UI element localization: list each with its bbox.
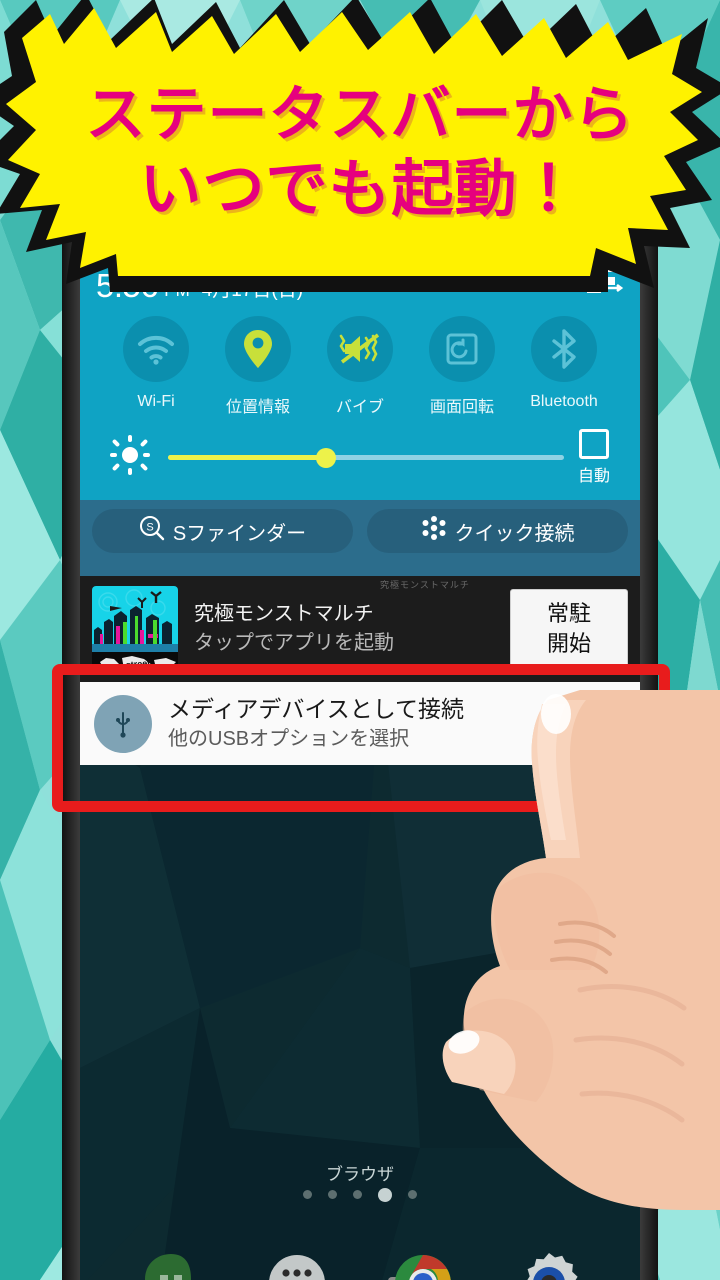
dock-icon-app-drawer[interactable] bbox=[262, 1248, 332, 1280]
quick-connect-button[interactable]: クイック接続 bbox=[367, 509, 628, 553]
toggle-location[interactable]: 位置情報 bbox=[208, 316, 308, 417]
promo-screenshot: ブラウザ G Google設定 bbox=[0, 0, 720, 1280]
auto-brightness-toggle[interactable]: 自動 bbox=[578, 429, 610, 486]
notification-title: 究極モンストマルチ bbox=[194, 603, 374, 625]
button-label-line2: 開始 bbox=[546, 631, 591, 656]
slider-fill bbox=[168, 455, 327, 460]
toggle-label: バイブ bbox=[335, 399, 384, 416]
page-dot[interactable] bbox=[353, 1190, 362, 1199]
wifi-icon bbox=[123, 316, 189, 382]
hand-pointing-cursor bbox=[442, 690, 720, 1210]
quick-connect-label: クイック接続 bbox=[454, 522, 575, 545]
notification-subtitle: タップでアプリを起動 bbox=[194, 632, 394, 654]
screen-rotation-icon bbox=[429, 316, 495, 382]
resident-start-button[interactable]: 常駐 開始 bbox=[510, 589, 628, 669]
page-dot[interactable] bbox=[328, 1190, 337, 1199]
headline-line-2: いつでも起動！ bbox=[139, 152, 581, 225]
usb-notification-title: メディアデバイスとして接続 bbox=[168, 696, 465, 722]
toggle-label: 位置情報 bbox=[225, 399, 290, 416]
headline-line-1: ステータスバーから bbox=[85, 80, 635, 150]
page-dot-active[interactable] bbox=[378, 1188, 392, 1202]
toggle-bluetooth[interactable]: Bluetooth bbox=[514, 316, 614, 417]
location-pin-icon bbox=[225, 316, 291, 382]
quick-shortcuts-row: S Sファインダー クイック接続 bbox=[80, 500, 640, 562]
toggle-vibrate[interactable]: バイブ bbox=[310, 316, 410, 417]
brightness-icon bbox=[110, 435, 150, 480]
brightness-slider[interactable] bbox=[168, 447, 564, 468]
checkbox-icon bbox=[578, 429, 609, 459]
page-dot[interactable] bbox=[408, 1190, 417, 1199]
toggle-wifi[interactable]: Wi-Fi bbox=[106, 316, 206, 417]
quick-connect-icon bbox=[421, 515, 447, 547]
bluetooth-icon bbox=[531, 316, 597, 382]
notification-app[interactable]: 究極モンストマルチ street 究極モンストマルチ タップでアプリを起動 常駐… bbox=[80, 576, 640, 682]
notification-divider bbox=[80, 562, 640, 576]
usb-text-block: メディアデバイスとして接続 他のUSBオプションを選択 bbox=[168, 694, 464, 753]
usb-notification-subtitle: 他のUSBオプションを選択 bbox=[168, 728, 410, 750]
button-label-line1: 常駐 bbox=[546, 601, 591, 626]
promo-headline: ステータスバーから いつでも起動！ bbox=[0, 78, 720, 226]
s-finder-icon: S bbox=[139, 515, 165, 547]
dock bbox=[80, 1248, 640, 1280]
quick-toggles: Wi-Fi 位置情報 バイブ 画面回転 Bluetooth bbox=[96, 302, 624, 421]
usb-icon bbox=[94, 694, 152, 753]
toggle-label: 画面回転 bbox=[429, 399, 494, 416]
brightness-row: 自動 bbox=[96, 421, 624, 500]
notification-panel: 5:56 PM 4月17日(日) bbox=[80, 248, 640, 765]
page-dot[interactable] bbox=[303, 1190, 312, 1199]
notification-header-text: 究極モンストマルチ bbox=[380, 580, 470, 590]
slider-knob[interactable] bbox=[316, 447, 337, 468]
s-finder-label: Sファインダー bbox=[172, 522, 307, 545]
svg-text:S: S bbox=[146, 522, 153, 534]
notification-text-block: 究極モンストマルチ タップでアプリを起動 bbox=[178, 600, 510, 658]
vibrate-mute-icon bbox=[327, 316, 393, 382]
dock-icon-hangouts[interactable] bbox=[136, 1248, 206, 1280]
home-label-browser: ブラウザ bbox=[326, 1165, 394, 1184]
svg-text:street: street bbox=[125, 658, 150, 670]
dock-icon-settings[interactable] bbox=[514, 1248, 584, 1280]
toggle-screen-rotation[interactable]: 画面回転 bbox=[412, 316, 512, 417]
toggle-label: Bluetooth bbox=[530, 393, 598, 410]
auto-brightness-label: 自動 bbox=[577, 468, 610, 485]
app-thumbnail-icon: street bbox=[92, 586, 178, 672]
toggle-label: Wi-Fi bbox=[137, 393, 175, 410]
dock-icon-chrome[interactable] bbox=[388, 1248, 458, 1280]
s-finder-button[interactable]: S Sファインダー bbox=[92, 509, 353, 553]
